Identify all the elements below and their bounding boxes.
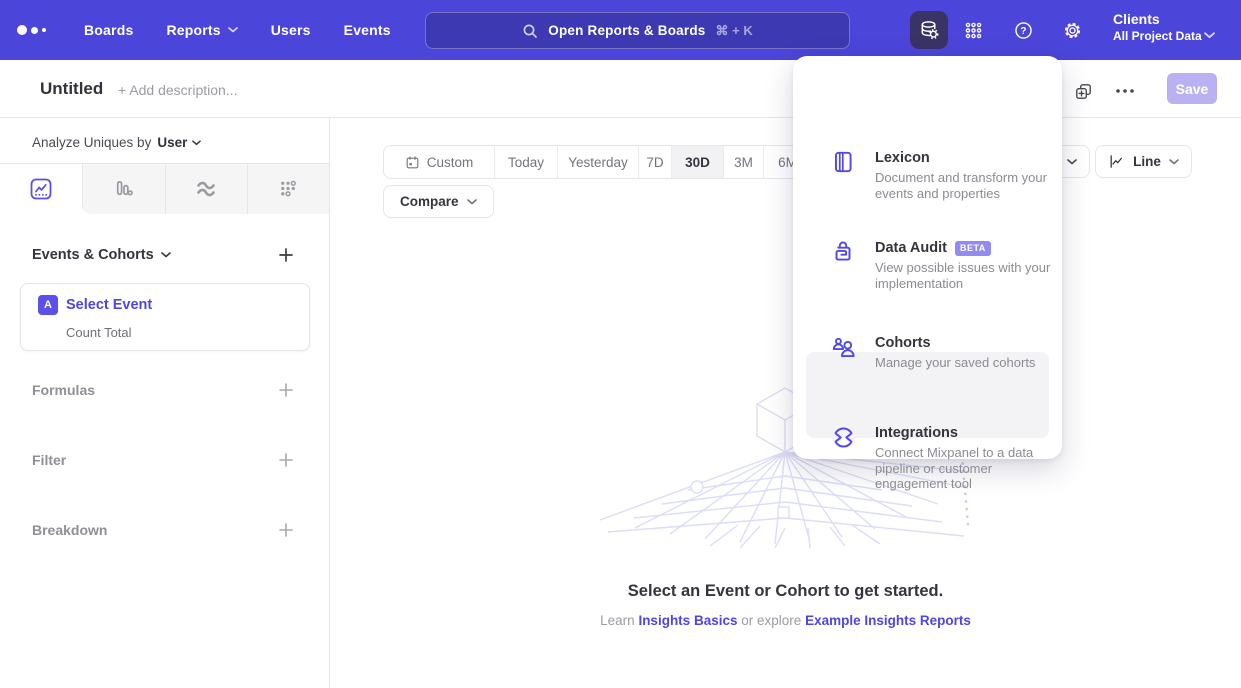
chart-style-dropdown[interactable]: Line bbox=[1095, 145, 1192, 178]
calendar-icon bbox=[405, 155, 420, 170]
events-cohorts-header[interactable]: Events & Cohorts bbox=[32, 247, 171, 263]
empty-state-subtitle: Learn Insights Basics or explore Example… bbox=[330, 613, 1241, 628]
date-range-segmented-control: Custom Today Yesterday 7D 30D 3M 6M bbox=[383, 145, 812, 179]
add-formula-button[interactable] bbox=[278, 382, 294, 398]
apps-grid-button[interactable] bbox=[954, 11, 992, 49]
menu-item-lexicon[interactable]: Lexicon Document and transform your even… bbox=[793, 148, 1062, 200]
nav-item-events[interactable]: Events bbox=[344, 22, 391, 38]
nav-item-reports[interactable]: Reports bbox=[166, 22, 237, 38]
tab-scatter-chart[interactable] bbox=[247, 164, 329, 214]
bar-chart-icon bbox=[112, 178, 135, 201]
settings-button[interactable] bbox=[1053, 11, 1091, 49]
insights-basics-link[interactable]: Insights Basics bbox=[638, 613, 737, 628]
formulas-section-label: Formulas bbox=[32, 382, 95, 398]
empty-state-title: Select an Event or Cohort to get started… bbox=[330, 582, 1241, 601]
svg-text:?: ? bbox=[1020, 26, 1026, 37]
more-menu-button[interactable] bbox=[1113, 79, 1137, 103]
data-management-menu: Lexicon Document and transform your even… bbox=[793, 56, 1062, 459]
add-filter-button[interactable] bbox=[278, 452, 294, 468]
date-range-7d[interactable]: 7D bbox=[638, 146, 671, 178]
search-icon bbox=[522, 23, 538, 39]
project-name: Clients bbox=[1113, 11, 1202, 27]
menu-item-data-audit[interactable]: Data Audit BETA View possible issues wit… bbox=[793, 238, 1062, 298]
apps-grid-icon bbox=[964, 21, 983, 40]
menu-item-integrations[interactable]: Integrations Connect Mixpanel to a data … bbox=[793, 423, 1062, 489]
date-range-today[interactable]: Today bbox=[494, 146, 557, 178]
compare-dropdown[interactable]: Compare bbox=[383, 185, 494, 218]
report-title[interactable]: Untitled bbox=[40, 79, 103, 99]
audit-lock-icon bbox=[829, 238, 857, 266]
help-button[interactable]: ? bbox=[1004, 11, 1042, 49]
date-range-3m[interactable]: 3M bbox=[723, 146, 763, 178]
line-chart-icon bbox=[29, 177, 53, 201]
flow-chart-icon bbox=[194, 177, 218, 201]
line-style-icon bbox=[1108, 153, 1125, 170]
help-circle-icon: ? bbox=[1013, 20, 1034, 41]
save-button[interactable]: Save bbox=[1167, 73, 1217, 104]
chevron-down-icon bbox=[1169, 159, 1179, 165]
example-insights-reports-link[interactable]: Example Insights Reports bbox=[805, 613, 971, 628]
primary-nav: Boards Reports Users Events bbox=[84, 0, 391, 60]
people-icon bbox=[829, 333, 857, 361]
data-management-button[interactable] bbox=[910, 11, 948, 49]
sync-icon bbox=[829, 423, 857, 451]
mixpanel-logo-icon[interactable] bbox=[17, 0, 46, 60]
duplicate-icon bbox=[1074, 82, 1093, 101]
top-navbar: Boards Reports Users Events Open Reports… bbox=[0, 0, 1241, 60]
ellipsis-icon bbox=[1115, 88, 1135, 94]
tab-flow-chart[interactable] bbox=[165, 164, 247, 214]
date-range-30d-selected[interactable]: 30D bbox=[671, 146, 723, 178]
chevron-down-icon bbox=[467, 199, 477, 205]
search-placeholder: Open Reports & Boards bbox=[548, 23, 705, 38]
nav-item-users[interactable]: Users bbox=[271, 22, 311, 38]
event-series-badge: A bbox=[38, 295, 58, 315]
gear-icon bbox=[1062, 20, 1083, 41]
search-shortcut: ⌘ + K bbox=[716, 23, 753, 39]
add-breakdown-button[interactable] bbox=[278, 522, 294, 538]
event-row-card[interactable]: A Select Event Count Total bbox=[20, 283, 310, 351]
nav-item-boards[interactable]: Boards bbox=[84, 22, 133, 38]
chevron-down-icon bbox=[192, 140, 201, 146]
tab-line-chart[interactable] bbox=[0, 164, 82, 214]
menu-item-cohorts[interactable]: Cohorts Manage your saved cohorts bbox=[793, 333, 1062, 373]
analyze-uniques-row: Analyze Uniques by User bbox=[32, 135, 201, 150]
project-selector[interactable]: Clients All Project Data bbox=[1113, 11, 1202, 43]
analyze-value-dropdown[interactable]: User bbox=[157, 135, 201, 150]
chevron-down-icon[interactable] bbox=[1204, 26, 1215, 44]
analyze-label: Analyze Uniques by bbox=[32, 135, 151, 150]
add-event-button[interactable] bbox=[278, 247, 294, 263]
scatter-chart-icon bbox=[277, 178, 300, 201]
tab-bar-chart[interactable] bbox=[82, 164, 164, 214]
chevron-down-icon bbox=[228, 27, 238, 33]
breakdown-section-label: Breakdown bbox=[32, 522, 107, 538]
event-aggregation-dropdown[interactable]: Count Total bbox=[66, 325, 132, 340]
date-range-custom[interactable]: Custom bbox=[384, 146, 494, 178]
global-search-input[interactable]: Open Reports & Boards ⌘ + K bbox=[425, 12, 850, 49]
select-event-button[interactable]: Select Event bbox=[66, 297, 152, 313]
project-scope: All Project Data bbox=[1113, 29, 1202, 43]
date-range-yesterday[interactable]: Yesterday bbox=[557, 146, 638, 178]
chevron-down-icon bbox=[1067, 159, 1077, 165]
report-description-placeholder[interactable]: + Add description... bbox=[118, 82, 237, 98]
duplicate-button[interactable] bbox=[1071, 79, 1095, 103]
beta-badge: BETA bbox=[955, 241, 991, 256]
book-icon bbox=[829, 148, 857, 176]
chart-type-tabbar bbox=[0, 163, 329, 213]
database-gear-icon bbox=[918, 19, 940, 41]
chevron-down-icon bbox=[161, 252, 171, 258]
filter-section-label: Filter bbox=[32, 452, 66, 468]
query-sidebar: Analyze Uniques by User bbox=[0, 118, 330, 688]
